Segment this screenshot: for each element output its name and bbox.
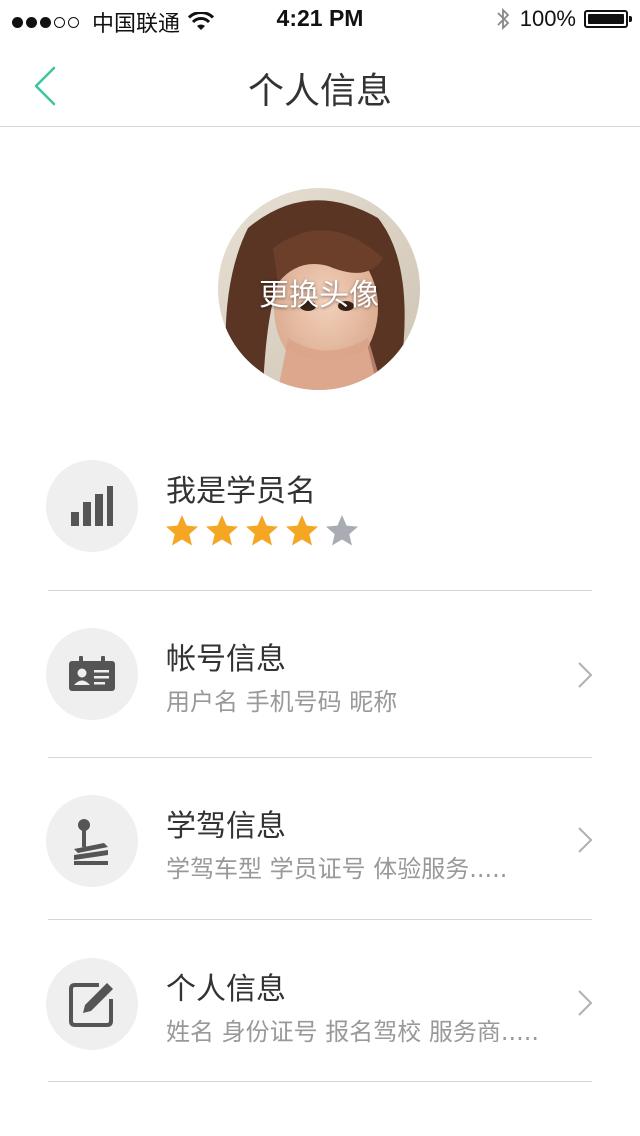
star-rating	[164, 514, 364, 548]
row-title: 学驾信息	[166, 809, 286, 844]
battery-percentage: 100%	[519, 6, 576, 31]
status-bar: 中国联通 4:21 PM 100%	[0, 0, 640, 40]
chevron-right-icon	[578, 990, 593, 1016]
row-title: 帐号信息	[166, 642, 286, 677]
personal-icon-circle	[46, 958, 138, 1050]
star-filled-icon	[286, 515, 318, 546]
star-filled-icon	[166, 515, 198, 546]
id-card-icon	[69, 656, 115, 691]
driving-icon-circle	[46, 795, 138, 887]
gear-shift-icon	[74, 819, 108, 865]
star-filled-icon	[246, 515, 278, 546]
row-title: 个人信息	[166, 972, 286, 1007]
navigation-bar: 个人信息	[0, 40, 640, 127]
row-subtitle: 学驾车型 学员证号 体验服务.....	[166, 855, 508, 883]
avatar-button[interactable]: 更换头像	[218, 188, 420, 390]
change-avatar-label: 更换头像	[259, 278, 379, 313]
edit-icon	[69, 983, 113, 1027]
divider	[48, 1081, 592, 1082]
battery-icon	[584, 10, 632, 28]
row-subtitle: 姓名 身份证号 报名驾校 服务商.....	[166, 1018, 540, 1046]
chevron-right-icon	[578, 662, 593, 688]
star-filled-icon	[206, 515, 238, 546]
status-right: 100%	[496, 6, 632, 32]
bluetooth-icon	[497, 7, 509, 31]
row-subtitle: 用户名 手机号码 昵称	[166, 688, 398, 716]
account-icon-circle	[46, 628, 138, 720]
star-empty-icon	[326, 515, 358, 546]
level-icon-circle	[46, 460, 138, 552]
divider	[48, 590, 592, 591]
divider	[48, 919, 592, 920]
divider	[48, 757, 592, 758]
student-name: 我是学员名	[166, 474, 316, 509]
page-title: 个人信息	[247, 71, 392, 112]
bar-chart-icon	[71, 486, 113, 526]
chevron-right-icon	[578, 827, 593, 853]
